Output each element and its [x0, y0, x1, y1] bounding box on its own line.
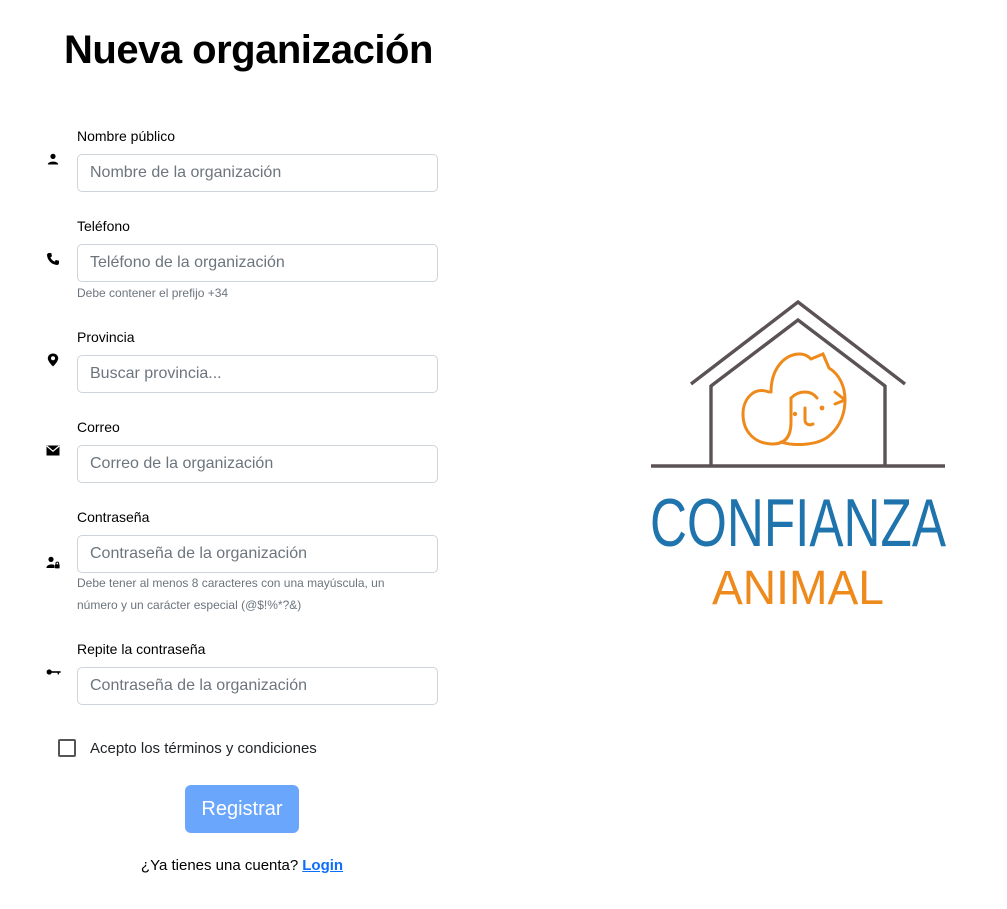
password-label: Contraseña: [77, 509, 150, 525]
phone-input[interactable]: [77, 244, 438, 282]
key-icon: [44, 663, 62, 681]
password-help-text: Debe tener al menos 8 caracteres con una…: [77, 576, 385, 612]
login-prompt-text: ¿Ya tienes una cuenta?: [140, 857, 299, 874]
email-label: Correo: [77, 419, 120, 435]
province-label: Provincia: [77, 329, 135, 345]
terms-row: Acepto los términos y condiciones: [58, 739, 317, 757]
repeat-password-label: Repite la contraseña: [77, 641, 206, 657]
phone-help-text: Debe contener el prefijo +34: [77, 286, 229, 300]
phone-label: Teléfono: [77, 218, 130, 234]
user-lock-icon: [44, 553, 62, 571]
email-input[interactable]: [77, 445, 438, 483]
user-icon: [44, 150, 62, 168]
envelope-icon: [44, 441, 62, 459]
login-link[interactable]: Login: [302, 857, 343, 874]
login-prompt-row: ¿Ya tienes una cuenta? Login: [0, 857, 484, 874]
terms-checkbox[interactable]: [58, 739, 76, 757]
location-pin-icon: [44, 351, 62, 369]
province-search-input[interactable]: [77, 355, 438, 393]
public-name-label: Nombre público: [77, 128, 176, 144]
register-button[interactable]: Registrar: [185, 785, 299, 833]
terms-label[interactable]: Acepto los términos y condiciones: [90, 740, 317, 757]
password-input[interactable]: [77, 535, 438, 573]
repeat-password-input[interactable]: [77, 667, 438, 705]
page-title: Nueva organización: [64, 28, 433, 72]
confianza-animal-logo: CONFIANZA ANIMAL: [645, 296, 955, 616]
public-name-input[interactable]: [77, 154, 438, 192]
logo-line2: ANIMAL: [712, 562, 884, 615]
logo-line1: CONFIANZA: [650, 485, 946, 561]
phone-icon: [44, 250, 62, 268]
